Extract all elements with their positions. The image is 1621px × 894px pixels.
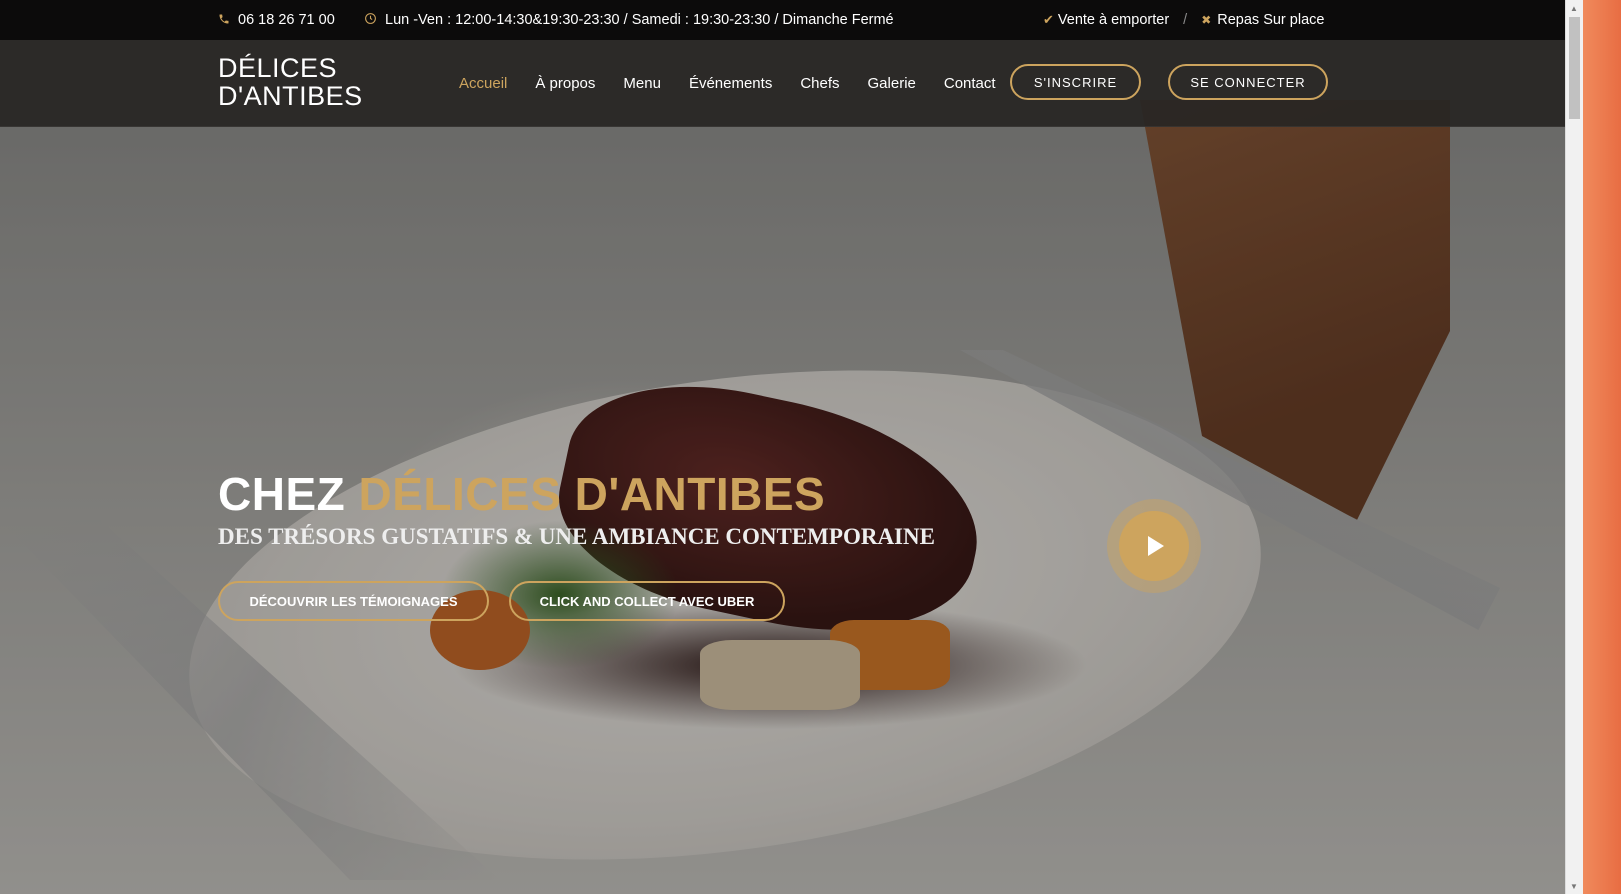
nav-link-evenements[interactable]: Événements — [689, 75, 772, 92]
logo-line-1: DÉLICES — [218, 53, 338, 83]
service-options: ✔ Vente à emporter / ✖ Repas Sur place — [1043, 0, 1324, 40]
site-logo[interactable]: DÉLICES D'ANTIBES — [218, 54, 378, 110]
hero-overlay — [0, 0, 1565, 894]
scroll-down-arrow-icon[interactable]: ▼ — [1570, 882, 1578, 891]
scrollbar-thumb[interactable] — [1569, 17, 1580, 119]
page-scrollbar[interactable]: ▲ ▼ — [1565, 0, 1583, 894]
page-viewport: 06 18 26 71 00 Lun -Ven : 12:00-14:30&19… — [0, 0, 1565, 894]
cross-icon: ✖ — [1201, 13, 1212, 27]
nav-links: Accueil À propos Menu Événements Chefs G… — [459, 40, 1024, 126]
check-icon: ✔ — [1043, 12, 1054, 27]
separator: / — [1183, 12, 1188, 28]
top-info-bar: 06 18 26 71 00 Lun -Ven : 12:00-14:30&19… — [0, 0, 1565, 40]
nav-link-accueil[interactable]: Accueil — [459, 75, 507, 92]
click-collect-button[interactable]: CLICK AND COLLECT AVEC UBER — [509, 581, 785, 621]
testimonials-button[interactable]: DÉCOUVRIR LES TÉMOIGNAGES — [218, 581, 489, 621]
scroll-up-arrow-icon[interactable]: ▲ — [1570, 4, 1578, 13]
nav-link-galerie[interactable]: Galerie — [868, 75, 916, 92]
register-button[interactable]: S'INSCRIRE — [1010, 64, 1141, 100]
play-button-inner[interactable] — [1119, 511, 1189, 581]
opening-hours: Lun -Ven : 12:00-14:30&19:30-23:30 / Sam… — [364, 0, 894, 40]
video-play-button[interactable] — [1107, 499, 1201, 593]
phone-number: 06 18 26 71 00 — [238, 12, 335, 28]
hero-subtitle: DES TRÉSORS GUSTATIFS & UNE AMBIANCE CON… — [218, 524, 935, 549]
hero-title-prefix: CHEZ — [218, 468, 346, 520]
background-edge — [1583, 0, 1621, 894]
clock-icon — [364, 12, 377, 28]
dine-in-label: Repas Sur place — [1217, 12, 1325, 28]
play-icon — [1148, 536, 1164, 556]
main-navbar: DÉLICES D'ANTIBES Accueil À propos Menu … — [0, 40, 1565, 127]
hours-text: Lun -Ven : 12:00-14:30&19:30-23:30 / Sam… — [385, 12, 894, 28]
nav-link-chefs[interactable]: Chefs — [800, 75, 839, 92]
login-button[interactable]: SE CONNECTER — [1168, 64, 1328, 100]
hero-title: CHEZ DÉLICES D'ANTIBES — [218, 466, 825, 522]
phone-icon — [218, 13, 230, 28]
takeaway-label: Vente à emporter — [1057, 12, 1170, 28]
nav-link-menu[interactable]: Menu — [623, 75, 661, 92]
nav-link-contact[interactable]: Contact — [944, 75, 996, 92]
logo-line-2: D'ANTIBES — [218, 81, 363, 111]
nav-link-a-propos[interactable]: À propos — [535, 75, 595, 92]
phone-info[interactable]: 06 18 26 71 00 — [218, 0, 335, 40]
hero-title-accent: DÉLICES D'ANTIBES — [358, 468, 826, 520]
